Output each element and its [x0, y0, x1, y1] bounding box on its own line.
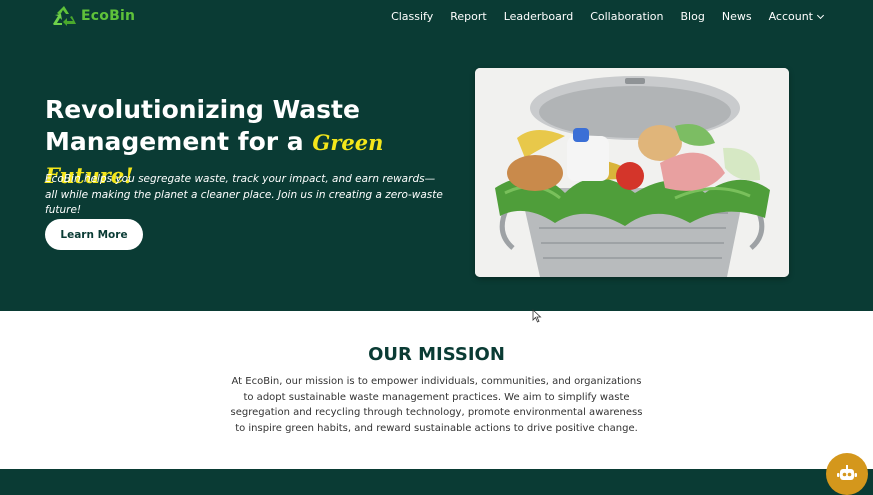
nav-blog[interactable]: Blog — [681, 10, 705, 23]
recycle-icon — [53, 6, 76, 26]
main-nav: Classify Report Leaderboard Collaboratio… — [391, 10, 825, 23]
nav-leaderboard[interactable]: Leaderboard — [504, 10, 573, 23]
chevron-down-icon — [816, 11, 825, 19]
nav-account-label: Account — [768, 10, 813, 23]
mouse-cursor-icon — [532, 309, 542, 323]
learn-more-button[interactable]: Learn More — [45, 219, 143, 250]
mission-text: At EcoBin, our mission is to empower ind… — [230, 376, 643, 434]
chatbot-button[interactable] — [826, 453, 868, 495]
nav-collaboration[interactable]: Collaboration — [590, 10, 663, 23]
nav-classify[interactable]: Classify — [391, 10, 433, 23]
hero-description: EcoBin helps you segregate waste, track … — [45, 173, 443, 216]
hero-title-line2: Management for a — [45, 127, 304, 156]
nav-report[interactable]: Report — [450, 10, 486, 23]
footer-section — [0, 469, 873, 495]
robot-icon — [837, 465, 857, 480]
nav-news[interactable]: News — [722, 10, 752, 23]
nav-account[interactable]: Account — [768, 10, 825, 23]
food-waste-bin-image — [475, 68, 789, 277]
navbar: EcoBin Classify Report Leaderboard Colla… — [0, 0, 873, 34]
brand-name: EcoBin — [81, 8, 136, 24]
hero-title-line1: Revolutionizing Waste — [45, 95, 360, 124]
hero-section: EcoBin Classify Report Leaderboard Colla… — [0, 0, 873, 311]
mission-title: OUR MISSION — [368, 344, 505, 365]
brand-logo[interactable]: EcoBin — [50, 4, 135, 28]
food-waste-bin-illustration — [475, 68, 789, 277]
